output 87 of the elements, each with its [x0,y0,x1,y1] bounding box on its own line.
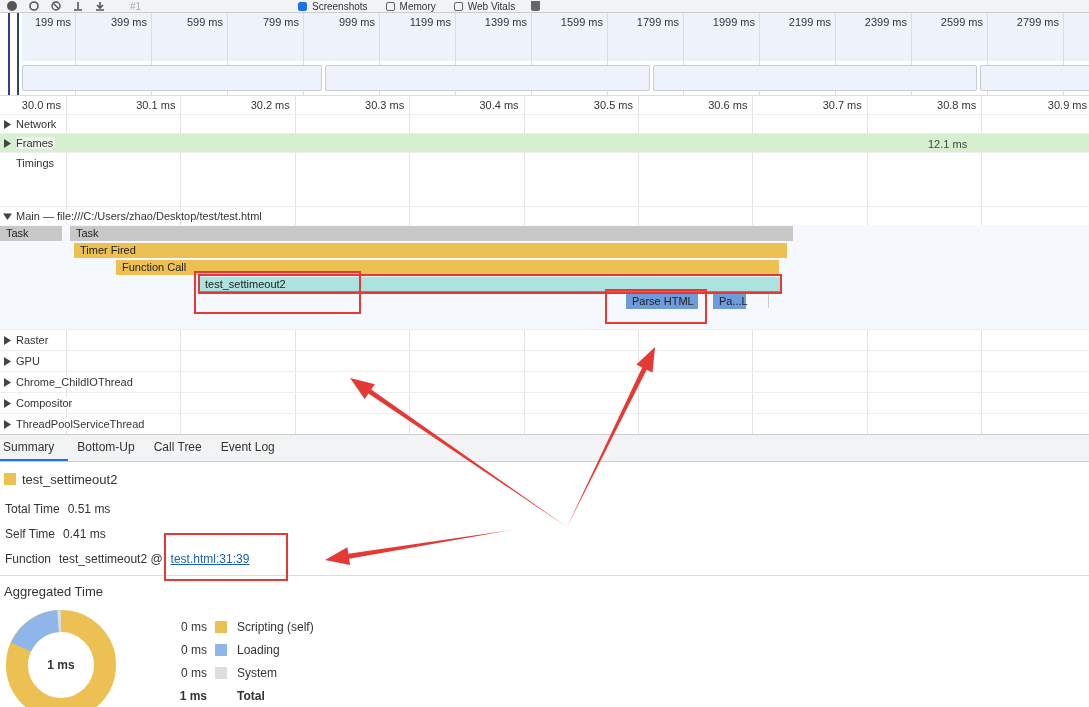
collapse-triangle-icon[interactable] [3,211,12,221]
trash-icon[interactable] [531,1,541,11]
time-ruler-label: 30.4 ms [478,99,519,111]
clear-icon[interactable] [50,1,62,11]
expand-triangle-icon[interactable] [3,377,12,387]
checkbox-option[interactable]: Memory [385,0,436,12]
selection-handle[interactable] [8,13,10,95]
expand-triangle-icon[interactable] [3,356,12,366]
flame-chart-event[interactable]: Task [0,226,62,241]
reload-icon[interactable] [28,1,40,11]
legend-label: Total [237,689,266,703]
event-title: test_settimeout2 [22,471,118,487]
time-ruler-label: 30.1 ms [135,99,176,111]
legend-label: Scripting (self) [237,620,314,634]
flame-chart-event[interactable]: Timer Fired [74,243,787,258]
time-ruler-label: 30.5 ms [592,99,633,111]
flame-chart-event[interactable]: test_settimeout2 [199,277,780,292]
time-ruler-label: 30.3 ms [364,99,405,111]
time-tick-label: 1999 ms [711,16,755,28]
track-label: Timings [16,157,57,169]
checkbox-option[interactable]: Screenshots [298,0,368,12]
time-tick-label: 999 ms [337,16,375,28]
track-label: Frames [16,137,56,149]
legend-value: 1 ms [178,689,208,703]
field-label: Function [5,551,52,566]
time-tick-label: 1199 ms [408,16,451,28]
time-tick-label: 399 ms [109,16,147,28]
flame-chart-event[interactable]: Parse HTML [626,294,698,309]
details-tab[interactable]: Summary [0,435,69,461]
track-label: ThreadPoolServiceThread [16,418,147,430]
legend-value: 0 ms [180,620,208,634]
field-value: 0.51 ms [67,501,111,516]
time-ruler-label: 30.7 ms [821,99,862,111]
legend-label: System [237,666,278,680]
time-ruler-label: 30.8 ms [936,99,977,111]
time-tick-label: 1599 ms [559,16,603,28]
track-label: Compositor [16,397,75,409]
time-ruler-label: 30.2 ms [249,99,290,111]
source-link[interactable]: test.html:31:39 [170,551,250,566]
frame-duration: 12.1 ms [928,138,968,150]
field-label: Self Time [5,526,55,541]
expand-triangle-icon[interactable] [3,335,12,345]
expand-triangle-icon[interactable] [3,119,12,129]
track-label: GPU [16,355,42,367]
time-tick-label: 2199 ms [787,16,831,28]
checkbox-label: Web Vitals [467,0,516,12]
time-tick-label: 2399 ms [863,16,907,28]
time-ruler-label: 30.0 ms [20,99,61,111]
time-tick-label: 1799 ms [635,16,679,28]
expand-triangle-icon[interactable] [3,398,12,408]
checkbox-label: Screenshots [312,0,368,12]
checkbox[interactable] [385,1,395,11]
field-label: Total Time [5,501,60,516]
legend-value: 0 ms [180,666,208,680]
expand-triangle-icon[interactable] [3,419,12,429]
track-label: Raster [16,334,51,346]
time-tick-label: 1399 ms [483,16,527,28]
details-tab[interactable]: Call Tree [150,435,212,461]
time-tick-label: 199 ms [33,16,71,28]
upload-icon[interactable] [72,1,84,11]
legend-value: 0 ms [180,643,208,657]
time-tick-label: 2799 ms [1015,16,1059,28]
track-label: Main — file:///C:/Users/zhao/Desktop/test/test.html [16,210,264,222]
download-icon[interactable] [94,1,106,11]
flame-chart-event[interactable]: Task [70,226,793,241]
event-marker [768,294,769,308]
time-ruler-label: 30.9 ms [1046,99,1087,111]
details-tab[interactable]: Bottom-Up [74,435,145,461]
time-tick-label: 599 ms [185,16,223,28]
checkbox-option[interactable]: Web Vitals [453,0,516,12]
field-value: 0.41 ms [63,526,106,541]
time-ruler-label: 30.6 ms [707,99,748,111]
selection-handle[interactable] [17,13,19,95]
checkbox[interactable] [298,1,307,11]
legend-label: Loading [237,643,281,657]
section-title: Aggregated Time [4,584,104,599]
details-tab[interactable]: Event Log [217,435,285,461]
track-label: Chrome_ChildIOThread [16,376,135,388]
field-value: test_settimeout2 @ [59,551,163,566]
checkbox-label: Memory [399,0,436,12]
expand-triangle-icon[interactable] [3,138,12,148]
checkbox[interactable] [453,1,463,11]
track-label: Network [16,118,59,130]
record-icon[interactable] [6,1,18,11]
time-tick-label: 799 ms [261,16,299,28]
time-tick-label: 2599 ms [939,16,983,28]
donut-center-label: 1 ms [47,658,75,672]
